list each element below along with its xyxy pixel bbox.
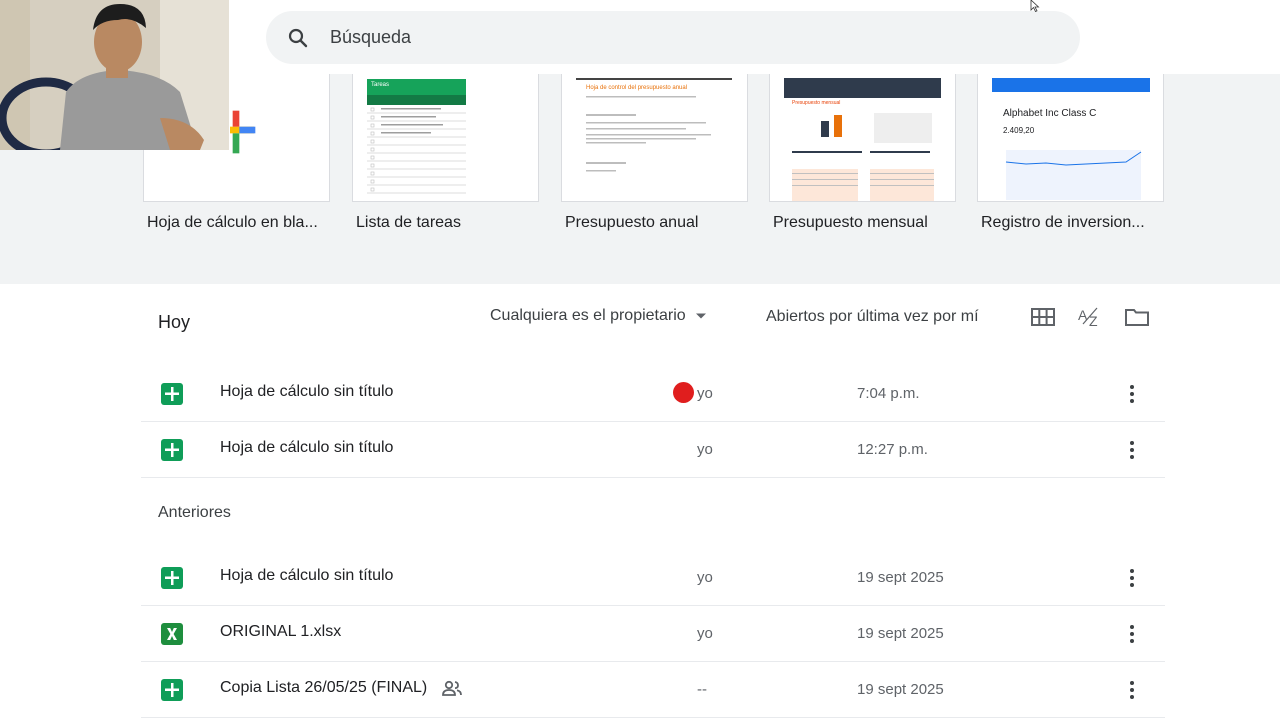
thumb-title: Hoja de control del presupuesto anual: [586, 85, 688, 91]
more-vert-icon[interactable]: [1121, 382, 1143, 406]
plus-icon: [230, 110, 256, 154]
template-monthly-budget[interactable]: Presupuesto mensual: [769, 74, 956, 202]
file-date: 12:27 p.m.: [857, 441, 928, 458]
file-row[interactable]: Hoja de cálculo sin título yo 7:04 p.m.: [141, 366, 1165, 422]
recording-indicator: [673, 382, 694, 403]
thumb-value: 2.409,20: [1003, 126, 1035, 135]
template-investment-log-label: Registro de inversion...: [981, 214, 1145, 231]
file-owner: yo: [697, 441, 713, 458]
file-row[interactable]: Hoja de cálculo sin título yo 12:27 p.m.: [141, 422, 1165, 478]
file-name: Hoja de cálculo sin título: [220, 439, 394, 456]
grid-view-icon[interactable]: [1030, 304, 1056, 330]
file-row[interactable]: Copia Lista 26/05/25 (FINAL) -- 19 sept …: [141, 662, 1165, 718]
sheets-home: Búsqueda Hoja de cálculo en bla... Tarea…: [0, 0, 1280, 720]
thumb-subheader: [367, 95, 466, 105]
file-owner: yo: [697, 625, 713, 642]
thumb-line-chart: [1005, 150, 1142, 200]
more-vert-icon[interactable]: [1121, 438, 1143, 462]
thumb-title: Alphabet Inc Class C: [1003, 108, 1097, 119]
more-vert-icon[interactable]: [1121, 566, 1143, 590]
thumb-chart: [792, 113, 934, 201]
file-name: ORIGINAL 1.xlsx: [220, 623, 342, 640]
sheets-icon: [161, 439, 183, 461]
file-date: 19 sept 2025: [857, 569, 944, 586]
owner-filter-dropdown[interactable]: Cualquiera es el propietario: [490, 307, 706, 325]
owner-filter-label: Cualquiera es el propietario: [490, 307, 686, 324]
search-box[interactable]: Búsqueda: [266, 11, 1080, 64]
folder-icon[interactable]: [1124, 304, 1150, 330]
file-name: Copia Lista 26/05/25 (FINAL): [220, 679, 428, 696]
webcam-overlay: [0, 0, 229, 150]
dropdown-arrow-icon: [695, 313, 706, 319]
thumb-header: [992, 78, 1150, 92]
shared-people-icon: [442, 680, 463, 696]
excel-icon: [161, 623, 183, 645]
search-icon[interactable]: [286, 26, 310, 50]
more-vert-icon[interactable]: [1121, 622, 1143, 646]
template-monthly-budget-label: Presupuesto mensual: [773, 214, 928, 231]
sort-az-icon[interactable]: A Z: [1077, 304, 1103, 330]
thumb-title: Presupuesto mensual: [792, 100, 841, 106]
template-todo-list[interactable]: Tareas: [352, 74, 539, 202]
section-previous-heading: Anteriores: [158, 504, 231, 521]
file-name: Hoja de cálculo sin título: [220, 383, 394, 400]
template-todo-list-label: Lista de tareas: [356, 214, 461, 231]
file-owner: yo: [697, 569, 713, 586]
template-annual-budget[interactable]: Hoja de control del presupuesto anual: [561, 74, 748, 202]
sheets-icon: [161, 567, 183, 589]
webcam-person-image: [0, 0, 229, 150]
file-date: 19 sept 2025: [857, 625, 944, 642]
thumb-text-lines: [586, 96, 711, 172]
search-input[interactable]: Búsqueda: [330, 27, 411, 48]
sheets-icon: [161, 383, 183, 405]
thumb-header: [784, 78, 941, 98]
thumb-checklist: [367, 107, 466, 194]
template-investment-log[interactable]: Alphabet Inc Class C 2.409,20: [977, 74, 1164, 202]
file-date: 19 sept 2025: [857, 681, 944, 698]
more-vert-icon[interactable]: [1121, 678, 1143, 702]
file-date: 7:04 p.m.: [857, 385, 920, 402]
file-owner: yo: [697, 385, 713, 402]
file-row[interactable]: Hoja de cálculo sin título yo 19 sept 20…: [141, 550, 1165, 606]
file-name-group: Copia Lista 26/05/25 (FINAL): [220, 679, 463, 697]
sort-by-label[interactable]: Abiertos por última vez por mí: [766, 308, 979, 326]
template-blank-label: Hoja de cálculo en bla...: [147, 214, 318, 231]
file-owner: --: [697, 681, 707, 698]
file-row[interactable]: ORIGINAL 1.xlsx yo 19 sept 2025: [141, 606, 1165, 662]
thumb-header: Tareas: [367, 79, 466, 95]
file-name: Hoja de cálculo sin título: [220, 567, 394, 584]
mouse-cursor-icon: [1030, 0, 1040, 12]
files-list-header: Hoy Cualquiera es el propietario Abierto…: [0, 284, 1280, 354]
section-today-heading: Hoy: [158, 312, 191, 332]
template-annual-budget-label: Presupuesto anual: [565, 214, 699, 231]
thumb-rule: [576, 78, 732, 80]
sheets-icon: [161, 679, 183, 701]
